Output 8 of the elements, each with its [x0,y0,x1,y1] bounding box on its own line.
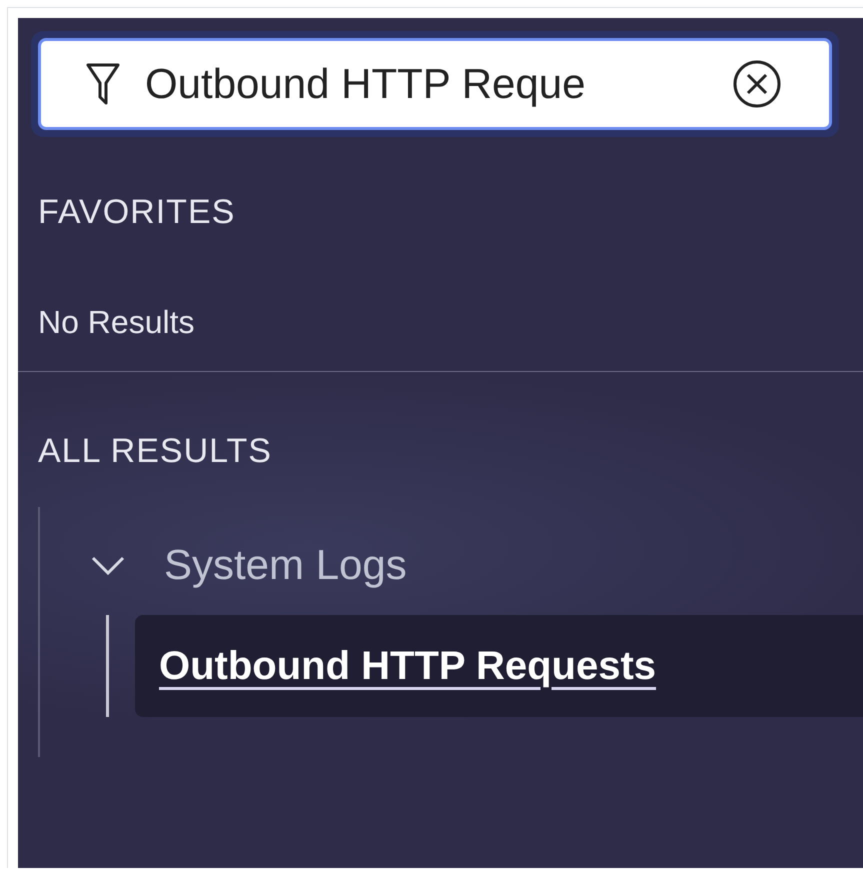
filter-icon [85,62,121,106]
tree-item[interactable]: Outbound HTTP Requests [135,615,863,717]
section-heading: ALL RESULTS [38,432,273,471]
empty-message: No Results [38,304,196,341]
section-heading: FAVORITES [38,193,236,232]
tree-group[interactable]: System Logs [40,507,863,609]
search-field[interactable]: Outbound HTTP Reque [38,38,832,130]
clear-button[interactable] [731,58,783,110]
